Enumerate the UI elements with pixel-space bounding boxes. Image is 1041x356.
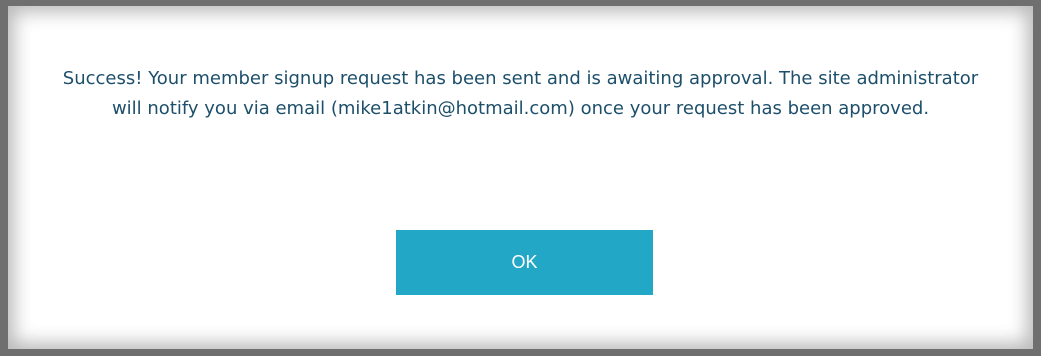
ok-button[interactable]: OK (396, 230, 653, 295)
modal-overlay: Success! Your member signup request has … (0, 0, 1041, 356)
success-message: Success! Your member signup request has … (62, 68, 979, 119)
success-dialog: Success! Your member signup request has … (8, 6, 1033, 349)
